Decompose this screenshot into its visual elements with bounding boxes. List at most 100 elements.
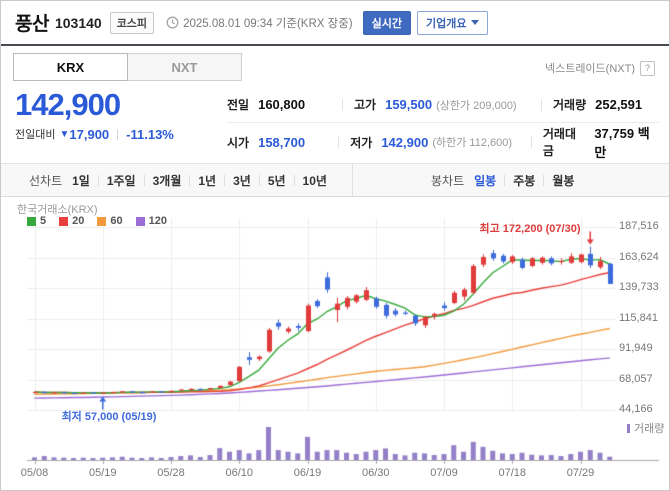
tab-nxt[interactable]: NXT [127, 53, 242, 81]
timestamp: 2025.08.01 09:34 기준(KRX 장중) [183, 17, 353, 30]
candle-period-monthly[interactable]: 월봉 [552, 172, 574, 189]
x-axis-label: 07/18 [498, 467, 527, 479]
ma60-swatch-icon [97, 216, 107, 226]
period-1w[interactable]: 1주일 [107, 172, 136, 189]
open-cell: 시가 158,700 [227, 134, 327, 151]
prev-close-value: 160,800 [258, 97, 306, 112]
highest-price-annotation: 최고 172,200 (07/30) [479, 223, 581, 235]
upper-limit: (상한가 209,000) [436, 99, 517, 112]
ma-legend: 5 20 60 120 [27, 215, 167, 227]
volume-value: 252,591 [595, 97, 643, 112]
y-axis-label: 115,841 [619, 311, 658, 324]
period-3m[interactable]: 3개월 [153, 172, 182, 189]
x-axis-label: 06/30 [361, 467, 390, 479]
high-cell: 고가 159,500 (상한가 209,000) [354, 96, 530, 113]
clock-icon [166, 16, 179, 29]
price-summary: 142,900 전일대비 ▼ 17,900 -11.13% 전일 160,800… [1, 87, 669, 161]
header: 풍산 103140 코스피 2025.08.01 09:34 기준(KRX 장중… [1, 1, 669, 44]
divider [342, 98, 343, 111]
ma60-legend-item: 60 [97, 215, 123, 227]
low-label: 저가 [350, 135, 373, 150]
price-change-row: 전일대비 ▼ 17,900 -11.13% [15, 126, 227, 142]
prev-close-cell: 전일 160,800 [227, 96, 331, 113]
ma5-swatch-icon [27, 216, 36, 226]
x-axis-label: 06/10 [225, 467, 254, 479]
y-axis-label: 68,057 [619, 372, 653, 385]
lowest-price-annotation: 최저 57,000 (05/19) [61, 411, 157, 423]
open-label: 시가 [227, 135, 250, 150]
chart-section: 한국거래소(KRX) 5 20 60 120 187,516 163,624 1… [1, 198, 669, 490]
volume-label: 거래량 [553, 98, 587, 112]
company-overview-label: 기업개요 [425, 17, 467, 30]
dropdown-arrow-icon [471, 20, 480, 25]
period-3y[interactable]: 3년 [233, 172, 251, 189]
y-axis-label: 163,624 [619, 250, 659, 263]
lower-limit: (하한가 112,600) [432, 137, 513, 149]
realtime-button[interactable]: 실시간 [362, 10, 411, 35]
x-axis-label: 05/28 [157, 467, 185, 479]
quote-info-table: 전일 160,800 고가 159,500 (상한가 209,000) 거래량 … [227, 87, 659, 161]
x-axis-label: 06/19 [293, 467, 322, 479]
chart-toolbar: 선차트 1일 1주일 3개월 1년 3년 5년 10년 봉차트 일봉 주봉 월봉 [1, 163, 669, 197]
period-1d[interactable]: 1일 [72, 172, 90, 189]
prev-close-label: 전일 [227, 98, 250, 112]
divider [530, 136, 532, 148]
trade-value-value: 37,759 백만 [594, 126, 650, 160]
ma20-swatch-icon [59, 216, 69, 226]
high-label: 고가 [354, 98, 377, 112]
header-divider [1, 44, 669, 46]
price-chart[interactable] [1, 198, 669, 490]
table-row: 시가 158,700 저가 142,900 (하한가 112,600) 거래대금… [227, 123, 659, 161]
candle-period-daily[interactable]: 일봉 [474, 172, 496, 189]
period-10y[interactable]: 10년 [303, 172, 327, 189]
down-triangle-icon: ▼ [59, 128, 70, 140]
current-price: 142,900 [15, 87, 121, 122]
divider [541, 98, 542, 111]
y-axis-label: 91,949 [619, 342, 653, 354]
volume-legend: 거래량 [627, 420, 664, 436]
company-overview-button[interactable]: 기업개요 [416, 10, 489, 35]
tab-krx[interactable]: KRX [13, 53, 128, 81]
change-label: 전일대비 [15, 129, 56, 141]
x-axis-label: 07/09 [430, 467, 458, 479]
volume-cell: 거래량 252,591 [553, 96, 642, 113]
low-value: 142,900 [381, 134, 429, 150]
divider [117, 128, 119, 140]
volume-bar-icon [627, 423, 630, 433]
divider [338, 136, 340, 148]
trade-value-cell: 거래대금 37,759 백만 [543, 123, 659, 161]
low-cell: 저가 142,900 (하한가 112,600) [350, 134, 520, 151]
candle-chart-label: 봉차트 [431, 173, 465, 188]
nextrade-note: 넥스트레이드(NXT) ? [545, 60, 655, 76]
candle-chart-group: 봉차트 일봉 주봉 월봉 [353, 164, 669, 196]
open-value: 158,700 [258, 134, 306, 150]
stock-name: 풍산 [15, 14, 49, 35]
market-badge: 코스피 [109, 11, 155, 34]
y-axis-label: 187,516 [619, 220, 659, 232]
ma20-legend-item: 20 [59, 215, 84, 227]
table-row: 전일 160,800 고가 159,500 (상한가 209,000) 거래량 … [227, 87, 659, 123]
period-1y[interactable]: 1년 [198, 172, 216, 189]
period-5y[interactable]: 5년 [268, 172, 286, 189]
candle-period-weekly[interactable]: 주봉 [513, 172, 535, 189]
high-value: 159,500 [385, 97, 433, 112]
change-percent: -11.13% [126, 126, 174, 142]
ma120-swatch-icon [135, 216, 145, 226]
volume-legend-label: 거래량 [634, 423, 665, 435]
ma120-legend-item: 120 [135, 215, 167, 227]
ma5-legend-item: 5 [27, 215, 46, 227]
nextrade-note-label: 넥스트레이드(NXT) [544, 63, 635, 75]
trade-value-label: 거래대금 [542, 127, 576, 158]
line-chart-group: 선차트 1일 1주일 3개월 1년 3년 5년 10년 [1, 164, 353, 196]
x-axis-label: 05/19 [88, 467, 117, 479]
x-axis-label: 07/29 [566, 467, 595, 479]
y-axis-label: 44,166 [619, 403, 653, 415]
help-icon[interactable]: ? [640, 60, 655, 76]
stock-detail-page: 풍산 103140 코스피 2025.08.01 09:34 기준(KRX 장중… [0, 0, 670, 491]
stock-code: 103140 [54, 14, 102, 31]
y-axis-label: 139,733 [619, 280, 659, 293]
line-chart-label: 선차트 [29, 173, 63, 188]
change-value: 17,900 [69, 126, 110, 142]
x-axis-label: 05/08 [20, 467, 49, 479]
price-block: 142,900 전일대비 ▼ 17,900 -11.13% [1, 87, 227, 161]
